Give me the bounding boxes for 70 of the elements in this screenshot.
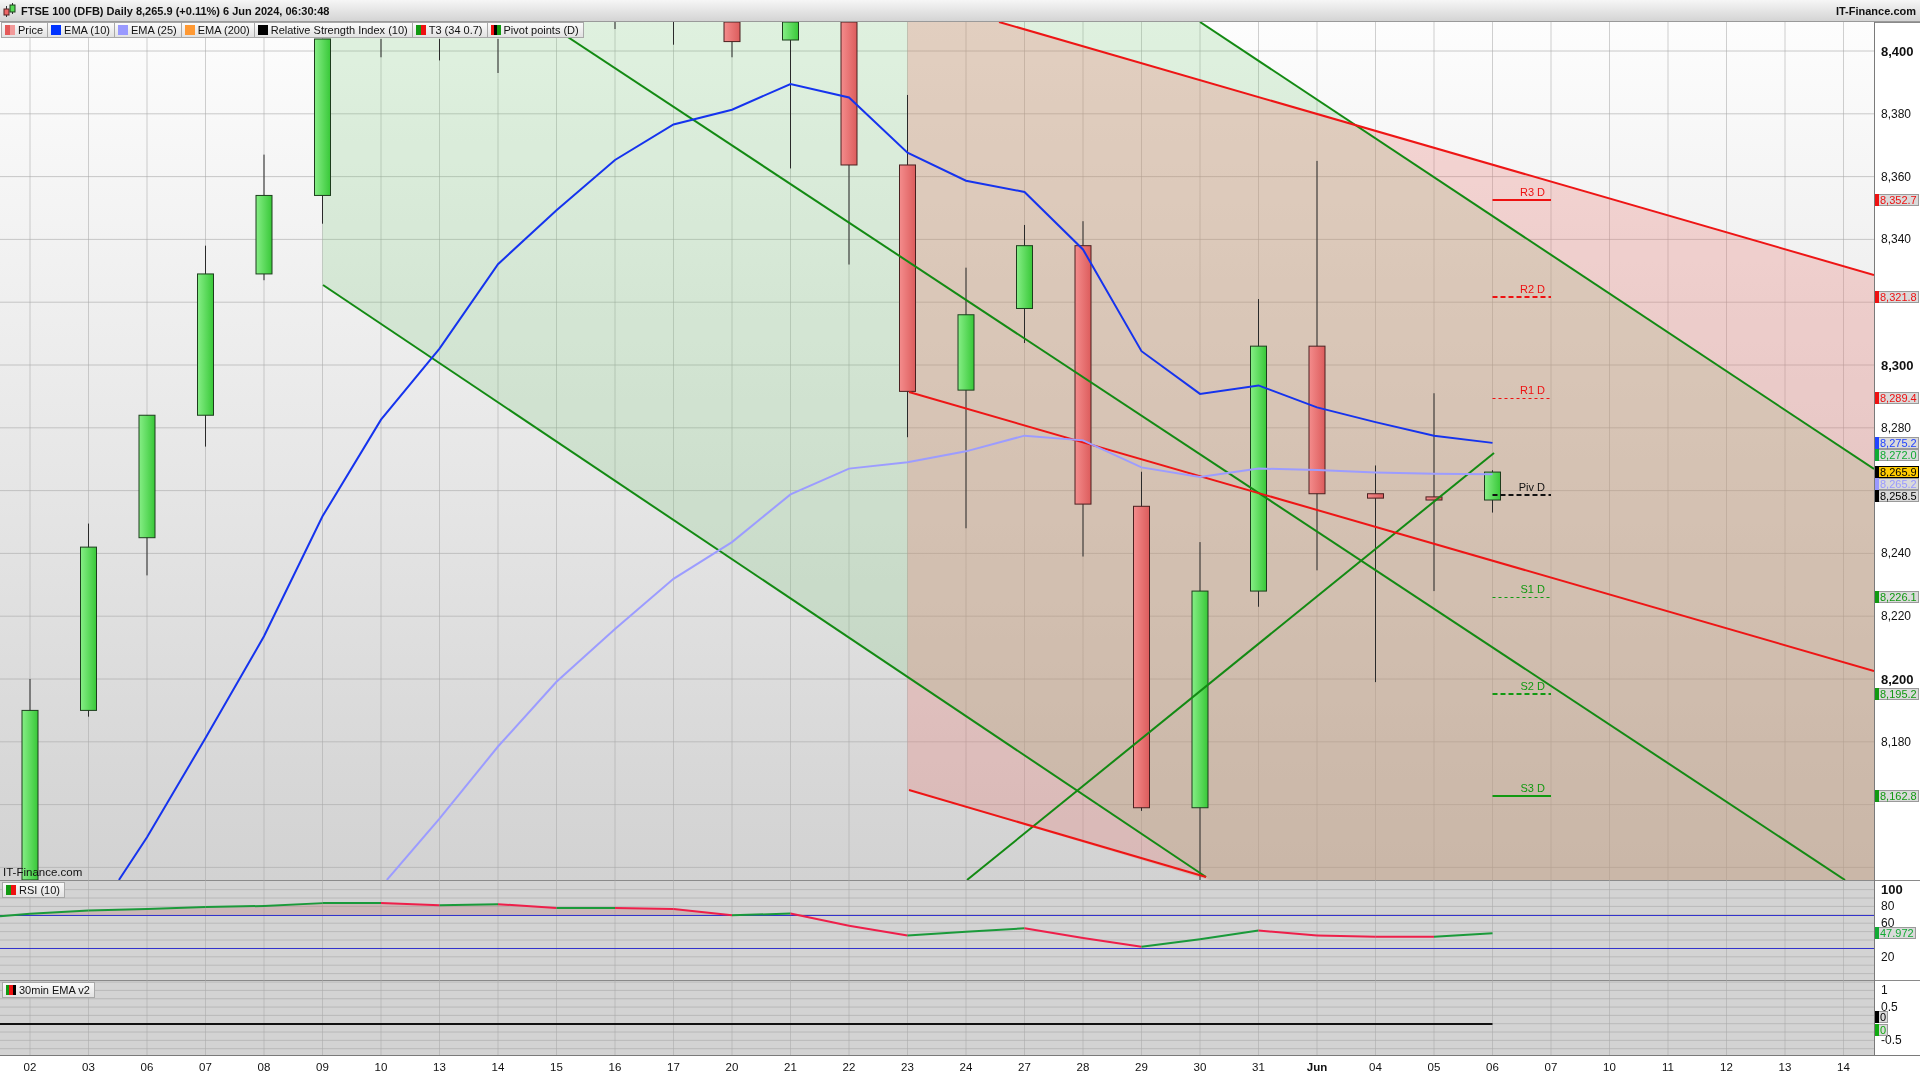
axis-label: -0.5 xyxy=(1881,1034,1902,1047)
legend-item[interactable]: T3 (34 0.7) xyxy=(411,22,488,38)
date-label: 10 xyxy=(1603,1062,1616,1074)
date-label: 09 xyxy=(316,1062,329,1074)
pivot-label: S1 D xyxy=(1520,583,1545,595)
axis-label: 0.5 xyxy=(1881,1001,1898,1014)
date-label: 05 xyxy=(1427,1062,1441,1074)
date-label: 21 xyxy=(784,1062,797,1074)
legend-item[interactable]: EMA (200) xyxy=(180,22,255,38)
axis-label: 8,220 xyxy=(1881,610,1912,623)
axis-label: 8,180 xyxy=(1881,735,1912,748)
date-label: 20 xyxy=(725,1062,739,1074)
date-label: 02 xyxy=(23,1062,37,1074)
date-label: 24 xyxy=(959,1062,973,1074)
axis-label: 1 xyxy=(1881,984,1888,997)
legend-item[interactable]: Pivot points (D) xyxy=(486,22,584,38)
axis-label: 20 xyxy=(1881,950,1895,963)
date-label: 30 xyxy=(1193,1062,1207,1074)
axis-label: 60 xyxy=(1881,917,1895,930)
axis-label: 8,280 xyxy=(1881,421,1912,434)
legend-item[interactable]: Relative Strength Index (10) xyxy=(253,22,413,38)
date-label: 10 xyxy=(374,1062,388,1074)
candlestick-icon xyxy=(3,3,16,18)
candle xyxy=(1484,469,1501,514)
axis-label: 100 xyxy=(1881,883,1903,897)
candle xyxy=(723,22,741,58)
pivot-label: S3 D xyxy=(1520,782,1545,794)
axis-label: 8,200 xyxy=(1881,672,1914,686)
date-label: 23 xyxy=(901,1062,914,1074)
site-name: IT-Finance.com xyxy=(1835,4,1916,17)
pivot-label: Piv D xyxy=(1518,481,1545,493)
date-label: 07 xyxy=(1544,1062,1558,1074)
chart-title: FTSE 100 (DFB) Daily 8,265.9 (+0.11%) 6 Jun 2024, 06:30:48 xyxy=(21,4,330,17)
date-label: 15 xyxy=(550,1062,563,1074)
date-label: 07 xyxy=(199,1062,212,1074)
date-label: 16 xyxy=(608,1062,622,1074)
date-label: 11 xyxy=(1662,1062,1674,1074)
date-label: 31 xyxy=(1252,1062,1265,1074)
indicator-label[interactable]: RSI (10) xyxy=(2,882,65,898)
date-label: 03 xyxy=(82,1062,95,1074)
date-label: 04 xyxy=(1369,1062,1382,1074)
date-label: 29 xyxy=(1135,1062,1148,1074)
axis-label: 8,300 xyxy=(1881,358,1914,372)
pivot-label: R3 D xyxy=(1519,186,1545,198)
axis-label: 8,340 xyxy=(1881,233,1912,246)
legend-item[interactable]: EMA (25) xyxy=(113,22,182,38)
date-label: 14 xyxy=(1837,1062,1850,1074)
date-label: 14 xyxy=(491,1062,505,1074)
date-label: 22 xyxy=(842,1062,856,1074)
date-label: 06 xyxy=(1486,1062,1499,1074)
legend-item[interactable]: Price xyxy=(1,22,49,38)
pivot-label: R2 D xyxy=(1519,283,1545,295)
date-label: 13 xyxy=(1778,1062,1792,1074)
pivot-label: S2 D xyxy=(1520,680,1545,692)
axis-label: 8,360 xyxy=(1881,170,1912,183)
date-label: Jun xyxy=(1306,1062,1328,1074)
legend-item[interactable]: EMA (10) xyxy=(47,22,115,38)
date-label: 13 xyxy=(433,1062,446,1074)
axis-label: 8,400 xyxy=(1881,44,1914,58)
date-label: 17 xyxy=(667,1062,680,1074)
date-label: 12 xyxy=(1720,1062,1733,1074)
pivot-label: R1 D xyxy=(1519,384,1545,396)
date-label: 27 xyxy=(1018,1062,1031,1074)
axis-label: 8,380 xyxy=(1881,107,1912,120)
date-label: 06 xyxy=(140,1062,154,1074)
axis-label: 80 xyxy=(1881,900,1895,913)
date-label: 08 xyxy=(257,1062,271,1074)
date-label: 28 xyxy=(1076,1062,1090,1074)
axis-label: 8,240 xyxy=(1881,547,1912,560)
indicator-label[interactable]: 30min EMA v2 xyxy=(2,982,95,998)
